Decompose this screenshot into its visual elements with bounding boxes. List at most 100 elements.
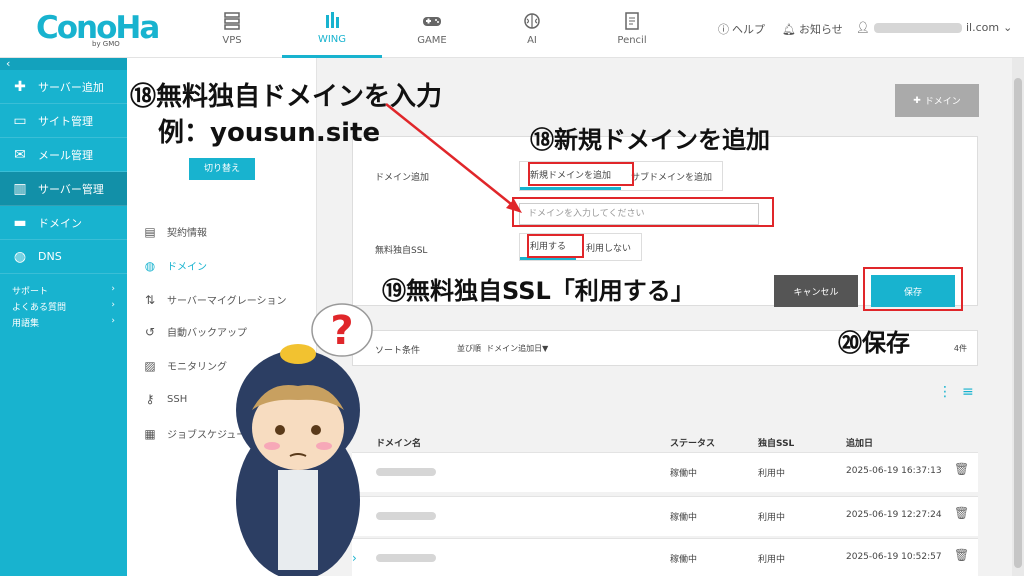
sort-label[interactable]: ソート条件 <box>375 343 420 356</box>
gamepad-icon <box>423 17 441 26</box>
table-row[interactable]: › 稼働中 利用中 2025-06-19 16:37:13 🗑︎ <box>352 452 978 492</box>
globe-icon: ◍ <box>144 258 156 273</box>
sidebar-item-server-manage[interactable]: ▥ サーバー管理 <box>0 172 127 206</box>
annotation-step18-new: ⑱新規ドメインを追加 <box>530 126 770 154</box>
cancel-button[interactable]: キャンセル <box>774 275 858 307</box>
switch-button[interactable]: 切り替え <box>189 158 255 180</box>
site-icon: ▭ <box>13 112 27 129</box>
column-header-ssl[interactable]: 独自SSL <box>758 436 794 449</box>
tab-wing[interactable]: WING <box>282 0 382 58</box>
menu-item-domain[interactable]: ◍ ドメイン <box>143 258 207 274</box>
sidebar-item-mail[interactable]: ✉ メール管理 <box>0 138 127 172</box>
sort-order-label: 並び順 <box>457 344 481 353</box>
server-icon <box>224 12 240 30</box>
sort-order-value: ドメイン追加日▼ <box>486 344 549 353</box>
globe-icon: ◍ <box>13 248 27 265</box>
chevron-right-icon: › <box>111 316 115 326</box>
trash-icon[interactable]: 🗑︎ <box>954 506 969 520</box>
sidebar-link-support[interactable]: サポート › <box>12 284 127 300</box>
row-ssl: 利用中 <box>758 555 786 565</box>
logo-by-text: by GMO <box>92 40 120 48</box>
table-row[interactable]: › 稼働中 利用中 2025-06-19 12:27:24 🗑︎ <box>352 496 978 536</box>
bell-icon: 🔔︎ <box>782 22 796 36</box>
tab-pencil-label: Pencil <box>617 35 647 46</box>
view-toggle: ⋮ ≡ <box>938 384 974 400</box>
sub-domain-option[interactable]: サブドメインを追加 <box>621 162 722 190</box>
annotation-step18-domain: ⑱無料独自ドメインを入力 <box>130 82 443 112</box>
tab-ai[interactable]: AI <box>482 0 582 58</box>
sidebar-link-faq[interactable]: よくある質問 › <box>12 300 127 316</box>
tab-vps-label: VPS <box>222 35 242 46</box>
highlight-ssl-use <box>527 234 584 258</box>
menu-item-label: SSH <box>167 393 188 405</box>
row-date: 2025-06-19 16:37:13 <box>846 466 942 476</box>
sidebar-item-dns[interactable]: ◍ DNS <box>0 240 127 274</box>
migration-icon: ⇅ <box>144 292 156 307</box>
annotation-arrow <box>385 103 522 213</box>
sidebar-link-label: 用語集 <box>12 319 40 329</box>
trash-icon[interactable]: 🗑︎ <box>954 462 969 476</box>
scrollbar-thumb[interactable] <box>1014 78 1022 568</box>
pencil-icon <box>625 12 639 30</box>
user-icon: 👤︎ <box>856 21 870 34</box>
trash-icon[interactable]: 🗑︎ <box>954 548 969 562</box>
row-date: 2025-06-19 12:27:24 <box>846 510 942 520</box>
row-date: 2025-06-19 10:52:57 <box>846 552 942 562</box>
tab-vps[interactable]: VPS <box>182 0 282 58</box>
user-menu[interactable]: 👤︎ il.com ⌄ <box>856 21 1012 34</box>
sidebar-link-label: よくある質問 <box>12 303 67 313</box>
sidebar-item-label: ドメイン <box>38 216 82 230</box>
sidebar-item-domain[interactable]: ▬ ドメイン <box>0 206 127 240</box>
menu-item-ssh[interactable]: ⚷ SSH <box>143 392 188 406</box>
menu-item-monitoring[interactable]: ▨ モニタリング <box>143 358 227 374</box>
news-label: お知らせ <box>798 23 843 36</box>
main-sidebar: ‹ ✚ サーバー追加 ▭ サイト管理 ✉ メール管理 ▥ サーバー管理 ▬ ドメ… <box>0 58 127 576</box>
chevron-down-icon: ⌄ <box>1003 21 1013 34</box>
sort-order[interactable]: 並び順 ドメイン追加日▼ <box>457 343 548 354</box>
mail-icon: ✉ <box>14 146 26 163</box>
tab-pencil[interactable]: Pencil <box>582 0 682 58</box>
tree-view-icon[interactable]: ⋮ <box>938 384 952 400</box>
conoha-logo[interactable]: ConoHa by GMO <box>36 10 160 50</box>
row-ssl: 利用中 <box>758 469 786 479</box>
plus-icon: ✚ <box>14 78 26 95</box>
collapse-sidebar-button[interactable]: ‹ <box>0 58 127 70</box>
column-header-status[interactable]: ステータス <box>670 436 715 449</box>
sidebar-item-label: サーバー追加 <box>38 80 104 94</box>
column-header-domain[interactable]: ドメイン名 <box>376 436 421 449</box>
scrollbar[interactable] <box>1012 58 1024 576</box>
sidebar-item-label: サーバー管理 <box>38 182 104 196</box>
row-ssl: 利用中 <box>758 513 786 523</box>
server-manage-icon: ▥ <box>13 180 27 197</box>
monitoring-icon: ▨ <box>144 358 156 373</box>
user-email-masked <box>873 22 962 33</box>
tab-wing-label: WING <box>317 33 347 45</box>
sidebar-link-glossary[interactable]: 用語集 › <box>12 316 127 332</box>
table-row[interactable]: › 稼働中 利用中 2025-06-19 10:52:57 🗑︎ <box>352 538 978 576</box>
menu-item-label: 契約情報 <box>167 228 207 239</box>
highlight-domain-input <box>512 197 774 227</box>
ssl-not-use-option[interactable]: 利用しない <box>576 234 641 260</box>
news-link[interactable]: 🔔︎ お知らせ <box>782 21 843 37</box>
scheduler-icon: ▦ <box>144 426 156 441</box>
add-domain-button[interactable]: ✚ ドメイン <box>895 84 979 117</box>
sidebar-link-label: サポート <box>12 287 49 297</box>
row-status: 稼働中 <box>670 469 698 479</box>
domain-name-masked <box>376 468 436 476</box>
column-header-date[interactable]: 追加日 <box>846 436 873 449</box>
chevron-right-icon: › <box>111 300 115 310</box>
sidebar-item-add-server[interactable]: ✚ サーバー追加 <box>0 70 127 104</box>
top-nav: VPS WING GAME AI Pencil <box>182 0 682 58</box>
tab-game[interactable]: GAME <box>382 0 482 58</box>
result-count: 4件 <box>953 344 967 353</box>
key-icon: ⚷ <box>145 392 155 406</box>
tab-ai-label: AI <box>527 35 537 46</box>
help-link[interactable]: ⓘ ヘルプ <box>718 21 765 37</box>
chevron-right-icon: › <box>111 284 115 294</box>
list-view-icon[interactable]: ≡ <box>962 384 974 400</box>
menu-item-label: ドメイン <box>167 262 207 273</box>
top-header: ConoHa by GMO VPS WING GAME AI Pencil ⓘ … <box>0 0 1024 58</box>
menu-item-contract[interactable]: ▤ 契約情報 <box>143 224 207 240</box>
highlight-save-button <box>863 267 963 311</box>
sidebar-item-site[interactable]: ▭ サイト管理 <box>0 104 127 138</box>
